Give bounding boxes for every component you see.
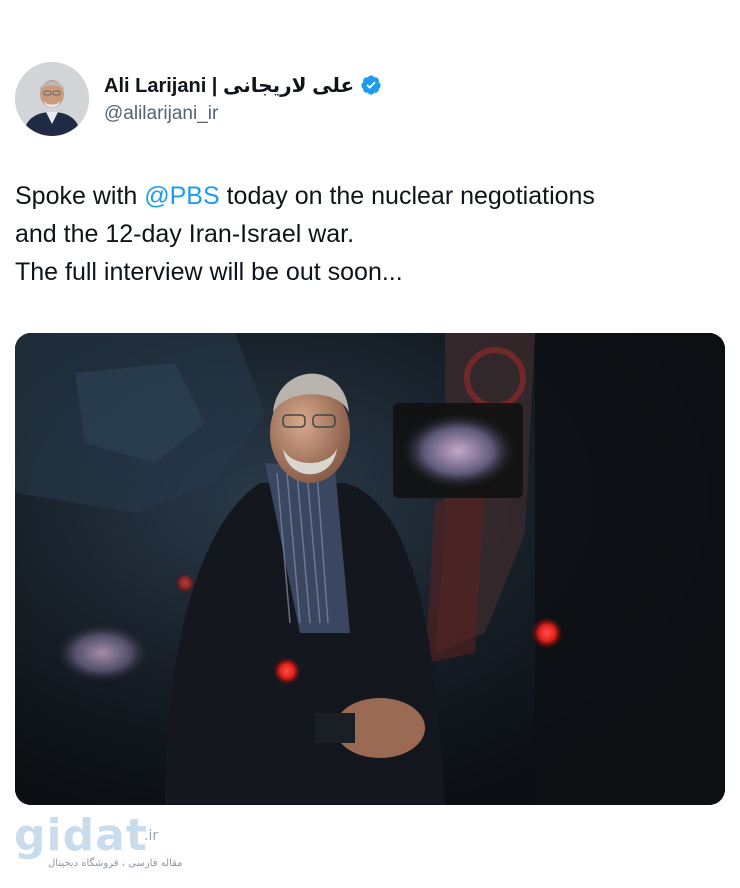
interview-photo	[15, 333, 725, 805]
tweet-text: Spoke with @PBS today on the nuclear neg…	[15, 177, 715, 291]
tweet-media-photo[interactable]	[15, 333, 725, 805]
watermark-tld: .ir	[144, 828, 159, 844]
mention-link[interactable]: @PBS	[144, 182, 219, 210]
author-handle[interactable]: @alilarijani_ir	[104, 103, 218, 125]
watermark-tagline: مقاله فارسی ، فروشگاه دیجیتال	[48, 858, 183, 869]
watermark-logo: gidat	[14, 810, 148, 861]
avatar-portrait-icon	[15, 62, 89, 136]
author-avatar[interactable]	[15, 62, 89, 136]
site-watermark: gidat .ir مقاله فارسی ، فروشگاه دیجیتال	[14, 810, 183, 876]
tweet: Ali Larijani | علی لاریجانی @alilarijani…	[0, 0, 740, 888]
tweet-text-segment: Spoke with	[15, 182, 145, 210]
author-name[interactable]: Ali Larijani | علی لاریجانی	[104, 73, 354, 98]
tweet-text-segment: today on the nuclear negotiations	[219, 182, 595, 210]
tweet-line-1: Spoke with @PBS today on the nuclear neg…	[15, 177, 715, 215]
tweet-line-2: and the 12-day Iran-Israel war.	[15, 220, 355, 248]
author-name-row: Ali Larijani | علی لاریجانی	[104, 70, 382, 100]
verified-badge-icon[interactable]	[360, 74, 382, 96]
tweet-line-3: The full interview will be out soon...	[15, 258, 403, 286]
